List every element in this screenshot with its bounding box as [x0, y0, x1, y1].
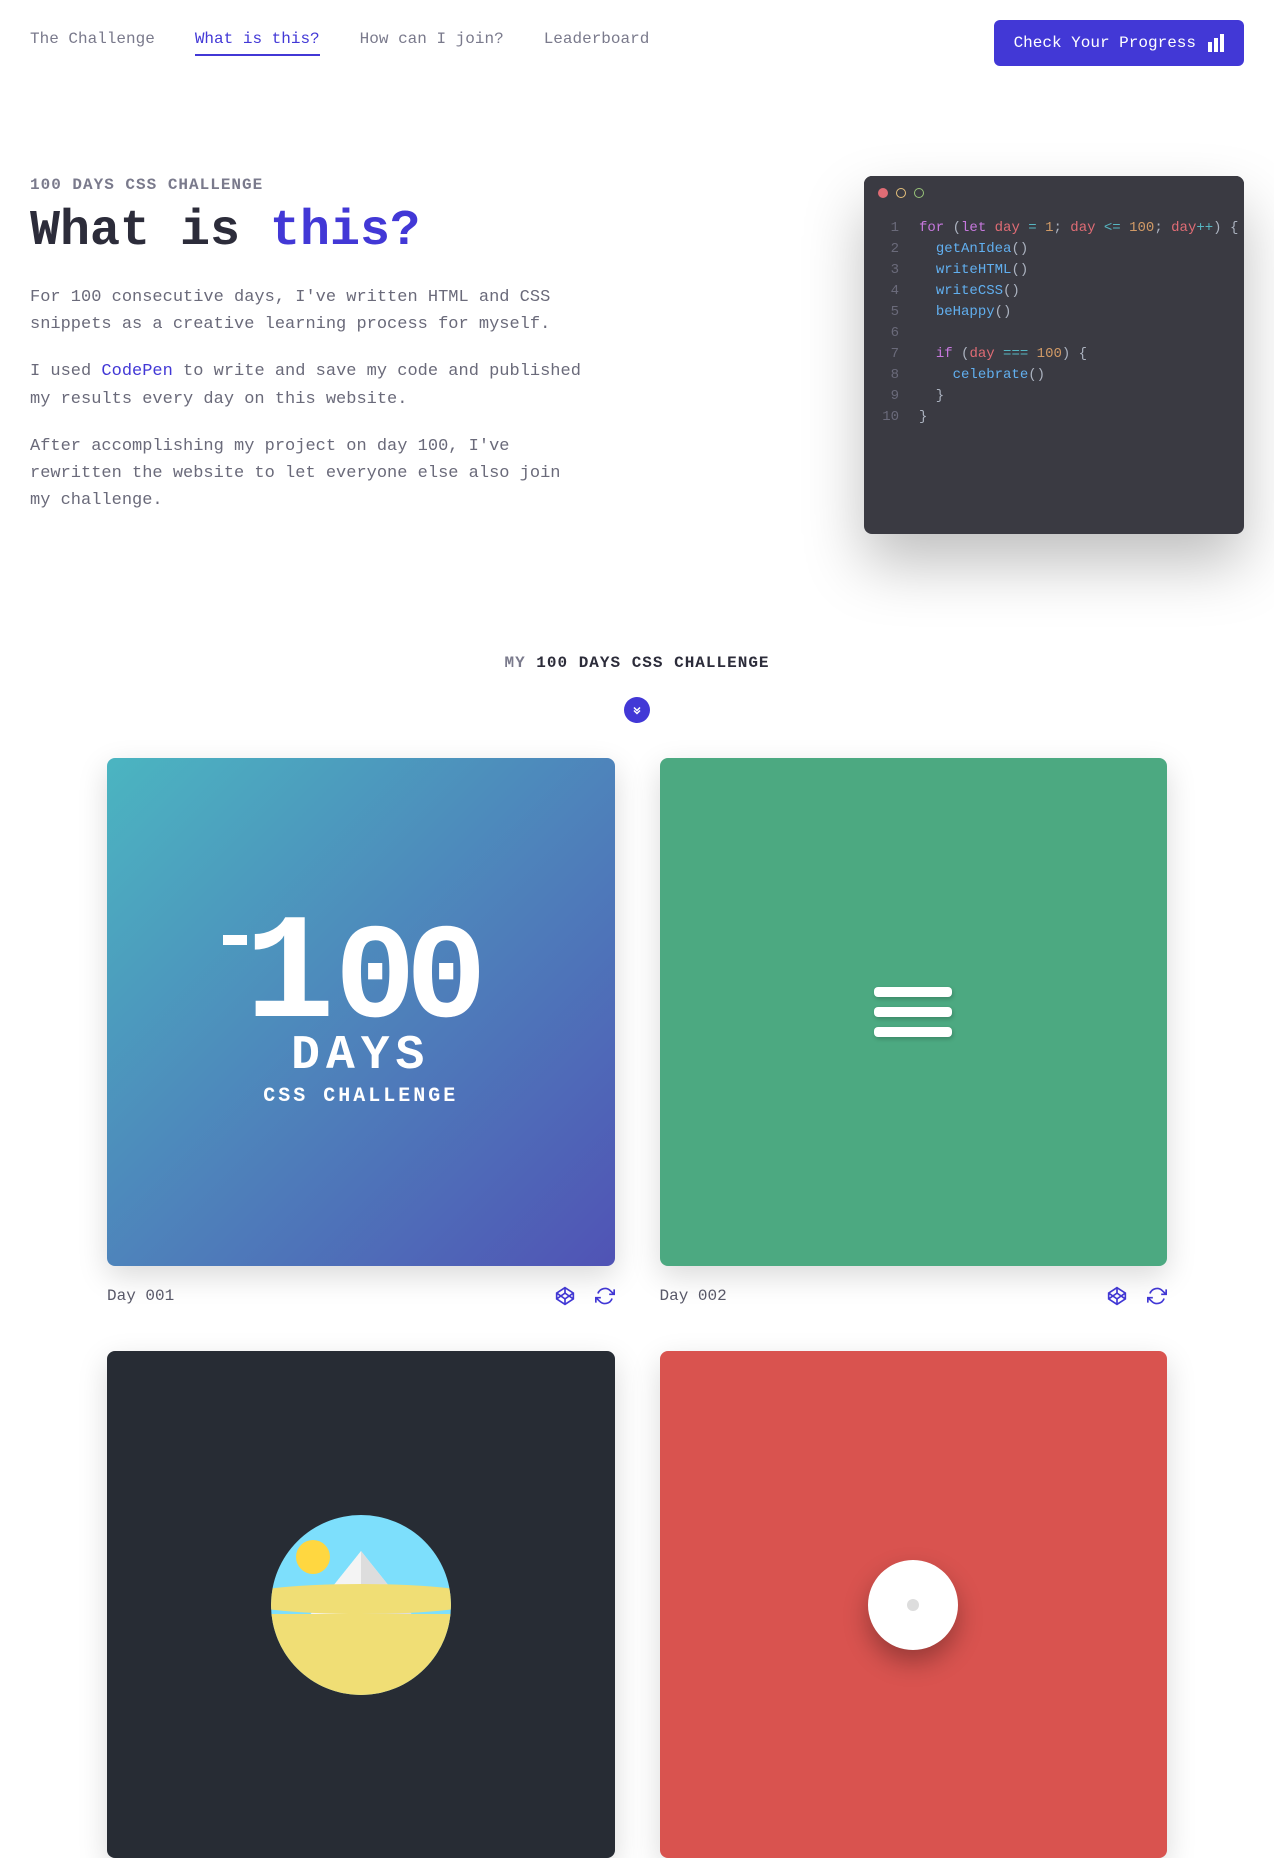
pyramid-scene-icon — [271, 1515, 451, 1695]
hero-eyebrow: 100 DAYS CSS CHALLENGE — [30, 176, 804, 194]
hero-title-b: this? — [270, 203, 420, 260]
cta-label: Check Your Progress — [1014, 34, 1196, 52]
refresh-icon[interactable] — [1147, 1286, 1167, 1306]
window-dot-max-icon — [914, 188, 924, 198]
hero-p1: For 100 consecutive days, I've written H… — [30, 284, 590, 338]
nav-link-challenge[interactable]: The Challenge — [30, 30, 155, 56]
hero-title-a: What is — [30, 203, 270, 260]
codepen-link[interactable]: CodePen — [101, 362, 172, 381]
codepen-icon[interactable] — [555, 1286, 575, 1306]
hero-title: What is this? — [30, 204, 804, 259]
challenge-grid: 100 DAYS CSS CHALLENGE Day 001 Day 002 — [107, 758, 1167, 1858]
challenge-card — [107, 1351, 615, 1858]
card-preview-day-004[interactable] — [660, 1351, 1168, 1858]
scroll-down-icon[interactable] — [624, 697, 650, 723]
nav-links: The Challenge What is this? How can I jo… — [30, 30, 649, 56]
code-window: 1for (let day = 1; day <= 100; day++) { … — [864, 176, 1244, 534]
card-preview-day-001[interactable]: 100 DAYS CSS CHALLENGE — [107, 758, 615, 1266]
top-nav: The Challenge What is this? How can I jo… — [30, 0, 1244, 86]
refresh-icon[interactable] — [595, 1286, 615, 1306]
card-preview-day-003[interactable] — [107, 1351, 615, 1858]
nav-link-what-is-this[interactable]: What is this? — [195, 30, 320, 56]
orb-icon — [868, 1560, 958, 1650]
challenge-card: 100 DAYS CSS CHALLENGE Day 001 — [107, 758, 615, 1306]
window-dot-close-icon — [878, 188, 888, 198]
nav-link-how-join[interactable]: How can I join? — [360, 30, 504, 56]
hero-p2: I used CodePen to write and save my code… — [30, 358, 590, 412]
challenge-card — [660, 1351, 1168, 1858]
hero-text: 100 DAYS CSS CHALLENGE What is this? For… — [30, 176, 804, 534]
hamburger-icon — [874, 987, 952, 1037]
codepen-icon[interactable] — [1107, 1286, 1127, 1306]
code-body: 1for (let day = 1; day <= 100; day++) { … — [864, 210, 1244, 448]
card-day-label: Day 001 — [107, 1287, 174, 1305]
section2-title: MY 100 DAYS CSS CHALLENGE — [30, 654, 1244, 672]
challenge-card: Day 002 — [660, 758, 1168, 1306]
nav-link-leaderboard[interactable]: Leaderboard — [544, 30, 650, 56]
section-my-challenge: MY 100 DAYS CSS CHALLENGE — [30, 654, 1244, 723]
window-dot-min-icon — [896, 188, 906, 198]
code-window-header — [864, 176, 1244, 210]
card-day-label: Day 002 — [660, 1287, 727, 1305]
bars-icon — [1208, 34, 1224, 52]
card-preview-day-002[interactable] — [660, 758, 1168, 1266]
hero-p3: After accomplishing my project on day 10… — [30, 433, 590, 515]
check-progress-button[interactable]: Check Your Progress — [994, 20, 1244, 66]
hero: 100 DAYS CSS CHALLENGE What is this? For… — [30, 176, 1244, 534]
